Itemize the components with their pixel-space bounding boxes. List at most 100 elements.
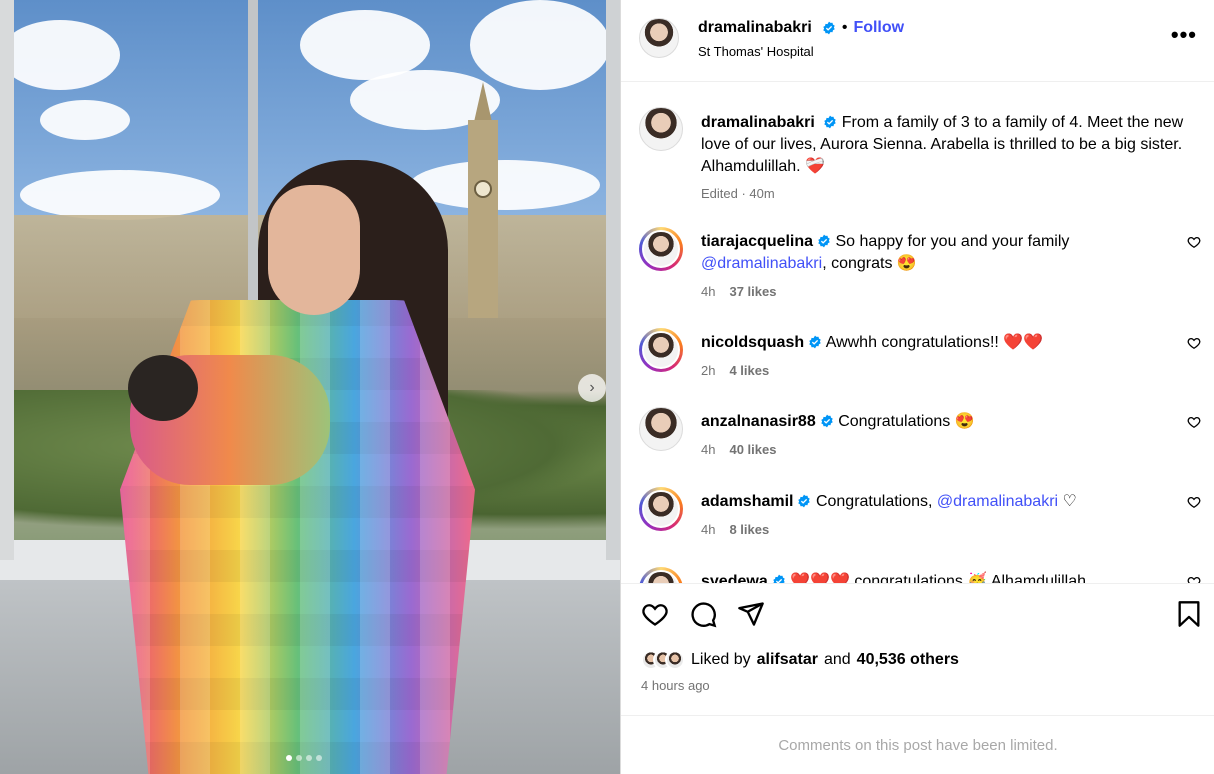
comment-time[interactable]: 4h xyxy=(701,519,715,541)
cloud xyxy=(470,0,610,90)
comments-list[interactable]: dramalinabakri From a family of 3 to a f… xyxy=(621,83,1214,583)
liked-prefix: Liked by xyxy=(691,651,751,668)
caption-emoji: ❤️‍🩹 xyxy=(805,158,825,175)
comment-username[interactable]: anzalnanasir88 xyxy=(701,413,816,430)
avatar xyxy=(642,570,680,583)
verified-icon xyxy=(824,115,836,129)
action-bar: Liked by alifsatar and 40,536 others 4 h… xyxy=(621,583,1214,715)
comment-item: adamshamil Congratulations, @dramalinaba… xyxy=(621,487,1214,567)
comment-likes[interactable]: 40 likes xyxy=(729,439,776,461)
comment-text: ❤️❤️❤️ congratulations 🥳 Alhamdulillah xyxy=(790,573,1086,583)
comment-username[interactable]: tiarajacquelina xyxy=(701,233,813,250)
comments-limited-notice: Comments on this post have been limited. xyxy=(621,715,1214,774)
comment-avatar[interactable] xyxy=(639,328,683,372)
share-icon[interactable] xyxy=(737,600,765,628)
comment-text-after: ♡ xyxy=(1058,493,1077,510)
avatar xyxy=(642,230,680,268)
chevron-right-icon: › xyxy=(589,379,595,396)
comment-text: Congratulations 😍 xyxy=(838,413,975,430)
comment-body: nicoldsquash Awwhh congratulations!! ❤️❤… xyxy=(701,332,1171,382)
caption-meta: Edited · 40m xyxy=(701,186,775,201)
comment-body: tiarajacquelina So happy for you and you… xyxy=(701,231,1171,303)
liked-others[interactable]: 40,536 others xyxy=(857,651,959,669)
liked-user[interactable]: alifsatar xyxy=(757,651,818,669)
follow-button[interactable]: Follow xyxy=(853,19,904,37)
cloud xyxy=(0,20,120,90)
avatar xyxy=(642,331,680,369)
like-comment-heart-icon[interactable] xyxy=(1187,415,1201,429)
comment-avatar[interactable] xyxy=(639,407,683,451)
liked-by[interactable]: Liked by alifsatar and 40,536 others xyxy=(641,650,959,670)
verified-icon xyxy=(821,414,833,428)
person-face xyxy=(268,185,360,315)
window-frame xyxy=(606,0,620,560)
like-comment-heart-icon[interactable] xyxy=(1187,235,1201,249)
window-frame xyxy=(0,0,14,560)
like-comment-heart-icon[interactable] xyxy=(1187,575,1201,583)
comment-meta: 4h 40 likes xyxy=(701,439,1171,461)
separator-dot: • xyxy=(841,19,848,36)
caption-username[interactable]: dramalinabakri xyxy=(701,114,815,131)
avatar xyxy=(642,490,680,528)
location-link[interactable]: St Thomas' Hospital xyxy=(698,44,814,59)
comment-meta: 2h 4 likes xyxy=(701,360,1171,382)
comment-body: anzalnanasir88 Congratulations 😍 4h 40 l… xyxy=(701,411,1171,461)
clock-face xyxy=(474,180,492,198)
comment-item: tiarajacquelina So happy for you and you… xyxy=(621,227,1214,307)
comment-text: So happy for you and your family xyxy=(835,233,1070,250)
comment-meta: 4h 8 likes xyxy=(701,519,1171,541)
comment-likes[interactable]: 8 likes xyxy=(729,519,769,541)
cloud xyxy=(20,170,220,220)
comment-time[interactable]: 4h xyxy=(701,281,715,303)
comment-time[interactable]: 4h xyxy=(701,439,715,461)
cloud xyxy=(40,100,130,140)
carousel-dot xyxy=(316,755,322,761)
baby-head xyxy=(128,355,198,421)
cloud xyxy=(410,160,600,210)
comment-text-after: , congrats 😍 xyxy=(822,255,917,272)
more-options-icon[interactable]: ••• xyxy=(1171,22,1197,48)
post-media[interactable]: › xyxy=(0,0,620,774)
heart-icon[interactable] xyxy=(641,600,669,628)
clock-tower xyxy=(468,120,498,320)
bookmark-icon[interactable] xyxy=(1175,600,1203,628)
comment-username[interactable]: adamshamil xyxy=(701,493,793,510)
comment-time[interactable]: 2h xyxy=(701,360,715,382)
comment-meta: 4h 37 likes xyxy=(701,281,1171,303)
verified-icon xyxy=(809,335,821,349)
liked-avatars xyxy=(641,650,685,670)
comment-mention[interactable]: @dramalinabakri xyxy=(937,493,1058,510)
verified-icon xyxy=(798,494,811,508)
carousel-dot xyxy=(286,755,292,761)
like-comment-heart-icon[interactable] xyxy=(1187,495,1201,509)
comment-icon[interactable] xyxy=(689,600,717,628)
caption-avatar[interactable] xyxy=(639,107,683,151)
avatar[interactable] xyxy=(639,18,679,58)
comment-body: syedewa ❤️❤️❤️ congratulations 🥳 Alhamdu… xyxy=(701,571,1171,583)
liked-conj: and xyxy=(823,651,851,668)
caption: dramalinabakri From a family of 3 to a f… xyxy=(701,112,1207,205)
comment-likes[interactable]: 4 likes xyxy=(729,360,769,382)
verified-icon xyxy=(818,234,830,248)
header-name-row: dramalinabakri • Follow xyxy=(698,19,904,37)
comment-username[interactable]: syedewa xyxy=(701,573,768,583)
comment-username[interactable]: nicoldsquash xyxy=(701,334,804,351)
next-slide-button[interactable]: › xyxy=(578,374,606,402)
avatar xyxy=(665,650,685,670)
username[interactable]: dramalinabakri xyxy=(698,19,812,37)
comment-avatar[interactable] xyxy=(639,567,683,583)
verified-icon xyxy=(823,21,835,35)
post-panel: dramalinabakri • Follow St Thomas' Hospi… xyxy=(620,0,1214,774)
post-timestamp[interactable]: 4 hours ago xyxy=(641,678,710,693)
comment-item: nicoldsquash Awwhh congratulations!! ❤️❤… xyxy=(621,328,1214,408)
like-comment-heart-icon[interactable] xyxy=(1187,336,1201,350)
comment-text: Awwhh congratulations!! xyxy=(825,334,999,351)
carousel-dot xyxy=(296,755,302,761)
comment-mention[interactable]: @dramalinabakri xyxy=(701,255,822,272)
comment-likes[interactable]: 37 likes xyxy=(729,281,776,303)
carousel-dots xyxy=(286,755,322,761)
verified-icon xyxy=(773,574,785,583)
comment-avatar[interactable] xyxy=(639,227,683,271)
comment-text-after: ❤️❤️ xyxy=(1003,334,1044,351)
comment-avatar[interactable] xyxy=(639,487,683,531)
